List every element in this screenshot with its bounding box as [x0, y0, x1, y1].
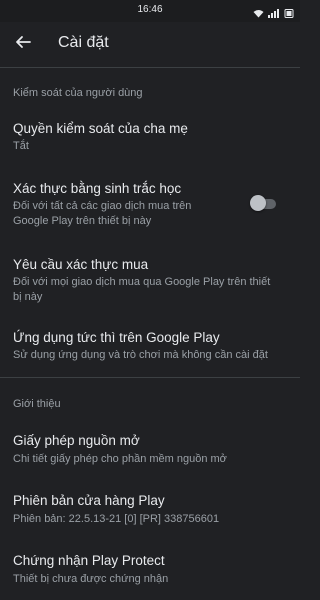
- play-store-version-value: Phiên bản: 22.5.13-21 [0] [PR] 338756601: [13, 513, 220, 525]
- open-source-licenses-desc: Chi tiết giấy phép cho phần mềm nguồn mở: [13, 453, 227, 465]
- purchase-auth-title: Yêu cầu xác thực mua: [13, 257, 149, 272]
- parental-controls-title: Quyền kiểm soát của cha mẹ: [13, 121, 188, 136]
- play-protect-certification-status: Thiết bị chưa được chứng nhận: [13, 573, 169, 585]
- instant-apps-item[interactable]: Ứng dụng tức thì trên Google Play Sử dụn…: [0, 318, 300, 372]
- instant-apps-desc: Sử dụng ứng dụng và trò chơi mà không cầ…: [13, 349, 268, 361]
- play-store-version-title: Phiên bản cửa hàng Play: [13, 493, 165, 508]
- biometric-auth-desc-line2: Google Play trên thiết bị này: [13, 215, 152, 227]
- open-source-licenses-title: Giấy phép nguồn mở: [13, 433, 140, 448]
- status-bar: 16:46: [0, 0, 300, 22]
- signal-icon: [268, 5, 280, 23]
- open-source-licenses-item[interactable]: Giấy phép nguồn mở Chi tiết giấy phép ch…: [0, 420, 300, 476]
- battery-icon: [284, 5, 294, 23]
- section-header-user-controls: Kiểm soát của người dùng: [13, 87, 143, 99]
- purchase-auth-item[interactable]: Yêu cầu xác thực mua Đối với mọi giao dị…: [0, 244, 300, 314]
- arrow-back-icon: [14, 33, 32, 56]
- back-button[interactable]: [8, 30, 38, 58]
- section-header-about: Giới thiệu: [13, 398, 61, 410]
- divider: [0, 377, 300, 378]
- biometric-auth-toggle[interactable]: [250, 195, 278, 213]
- status-icons: [253, 5, 294, 23]
- divider: [0, 67, 300, 68]
- app-bar: Cài đặt: [0, 22, 300, 66]
- instant-apps-title: Ứng dụng tức thì trên Google Play: [13, 330, 220, 345]
- page-title: Cài đặt: [58, 34, 109, 51]
- purchase-auth-desc-line2: bị này: [13, 291, 43, 303]
- parental-controls-status: Tắt: [13, 140, 29, 152]
- purchase-auth-desc-line1: Đối với mọi giao dịch mua qua Google Pla…: [13, 276, 271, 288]
- biometric-auth-desc-line1: Đối với tất cả các giao dịch mua trên: [13, 200, 192, 212]
- biometric-auth-item[interactable]: Xác thực bằng sinh trắc học Đối với tất …: [0, 170, 300, 242]
- play-store-version-item[interactable]: Phiên bản cửa hàng Play Phiên bản: 22.5.…: [0, 480, 300, 536]
- wifi-icon: [253, 5, 264, 23]
- parental-controls-item[interactable]: Quyền kiểm soát của cha mẹ Tắt: [0, 108, 300, 168]
- play-protect-certification-title: Chứng nhận Play Protect: [13, 553, 165, 568]
- toggle-thumb: [250, 195, 266, 211]
- play-protect-certification-item[interactable]: Chứng nhận Play Protect Thiết bị chưa đư…: [0, 540, 300, 598]
- biometric-auth-title: Xác thực bằng sinh trắc học: [13, 181, 182, 196]
